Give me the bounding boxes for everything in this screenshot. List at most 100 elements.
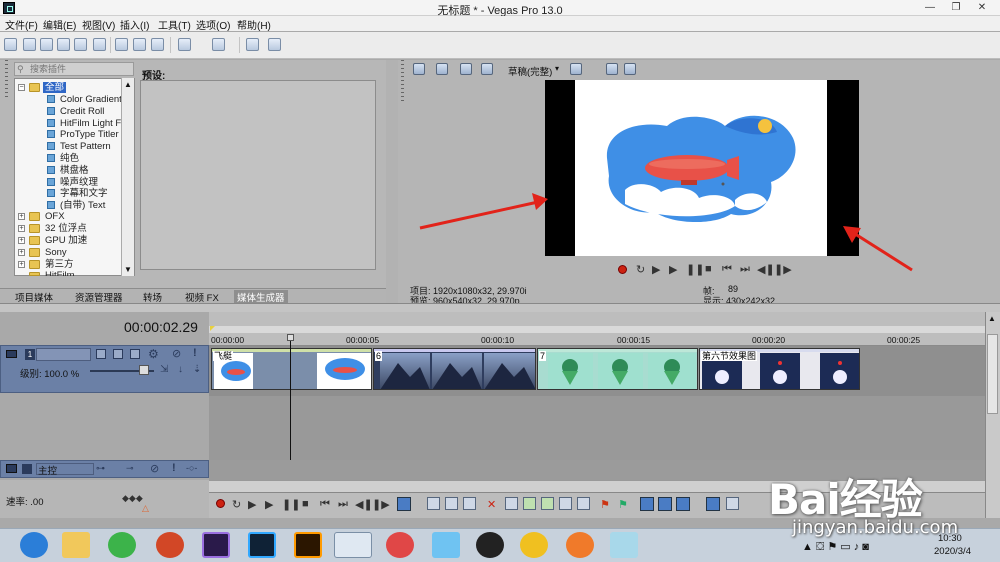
go-to-start-icon[interactable]: ⏮ [320, 498, 330, 511]
clip-label: 第六节效果图 [701, 351, 758, 361]
thumbnail-art [664, 359, 680, 385]
bus-volume-icon[interactable]: ⊸ [126, 463, 134, 474]
lock-icon[interactable]: ⇲ [160, 364, 168, 375]
lock-envelopes-icon[interactable] [706, 497, 720, 511]
chrome-icon[interactable] [520, 532, 548, 558]
clip-label: 7 [539, 351, 547, 361]
time-readout: 00:00:02.29 [124, 319, 198, 335]
photoshop-icon[interactable] [248, 532, 276, 558]
premiere-icon[interactable] [202, 532, 230, 558]
ruler-label: 00:00:10 [481, 335, 515, 345]
app-icon-light-blue[interactable] [610, 532, 638, 558]
compositing-mode-icon[interactable] [96, 349, 106, 359]
solo-icon[interactable]: ! [193, 347, 197, 359]
track-number: 1 [25, 349, 35, 360]
playhead[interactable] [290, 338, 291, 480]
rate-slider-icon[interactable]: ◆◆◆ [122, 493, 143, 504]
normal-edit-tool-icon[interactable] [397, 497, 411, 511]
marker-icon[interactable]: ⚑ [600, 498, 610, 511]
clip-thumbnail [648, 353, 696, 389]
powerpoint-icon[interactable] [156, 532, 184, 558]
record-icon[interactable] [216, 499, 225, 508]
next-frame-icon[interactable]: ❚▶ [372, 498, 390, 511]
mute-icon[interactable]: ⊘ [172, 347, 181, 360]
clip-thumbnail [598, 353, 643, 389]
clip-thumbnail [380, 353, 430, 389]
play-icon[interactable]: ▶ [265, 498, 273, 511]
rate-label: 速率: .00 [6, 497, 44, 508]
down-arrow-icon[interactable]: ↓ [178, 364, 183, 375]
thumbnail-art [612, 359, 628, 385]
trim-start-icon[interactable] [505, 497, 518, 510]
fx-icon[interactable] [130, 349, 140, 359]
trim-icon[interactable] [523, 497, 536, 510]
scroll-up-icon[interactable]: ▲ [988, 314, 996, 323]
region-icon[interactable]: ⚑ [618, 498, 628, 511]
clip-bar [212, 349, 371, 352]
playhead-handle[interactable] [287, 334, 294, 341]
tray-icons[interactable]: ▲ ⛋ ⚑ ▭ ♪ ◙ [802, 540, 869, 554]
illustrator-icon[interactable] [294, 532, 322, 558]
file-explorer-icon[interactable] [62, 532, 90, 558]
ignore-grouping-icon[interactable] [726, 497, 739, 510]
clock-date[interactable]: 2020/3/4 [934, 546, 971, 557]
auto-crossfade-icon[interactable] [658, 497, 672, 511]
qq-icon[interactable] [476, 532, 504, 558]
level-slider-thumb[interactable] [139, 365, 149, 375]
zoom-tool-icon[interactable] [463, 497, 476, 510]
envelope-tool-icon[interactable] [427, 497, 440, 510]
app-icon-blue[interactable] [432, 532, 460, 558]
lock-icon[interactable] [577, 497, 590, 510]
bus-level-icon[interactable]: -○- [186, 463, 197, 473]
clip-effect[interactable]: 第六节效果图 [699, 348, 860, 390]
play-from-start-icon[interactable]: ▶ [248, 498, 256, 511]
clip-label: 飞艇 [213, 351, 234, 361]
ruler-label: 00:00:05 [346, 335, 380, 345]
browser-360-icon[interactable] [20, 532, 48, 558]
bus-fx-icon[interactable]: ⊶ [96, 463, 105, 474]
clip-airship[interactable]: 飞艇 [211, 348, 372, 390]
track-name-field[interactable] [36, 348, 91, 361]
go-to-end-icon[interactable]: ⏭ [338, 498, 348, 511]
wechat-icon[interactable] [108, 532, 136, 558]
app-icon-orange[interactable] [566, 532, 594, 558]
pause-icon[interactable]: ❚❚ [282, 498, 300, 511]
app-icon-red[interactable] [386, 532, 414, 558]
auto-ripple-icon[interactable] [676, 497, 690, 511]
thumbnail-art [325, 358, 365, 380]
bus-mute-icon[interactable]: ⊘ [150, 462, 159, 475]
scroll-thumb[interactable] [987, 334, 998, 414]
clip-thumbnail [820, 353, 859, 389]
delete-icon[interactable]: ✕ [487, 498, 496, 511]
ruler-label: 00:00:20 [752, 335, 786, 345]
stop-icon[interactable]: ■ [302, 498, 309, 510]
vegas-taskbar-icon[interactable] [334, 532, 372, 558]
clip-bar [374, 349, 535, 352]
clip-thumbnail [548, 353, 593, 389]
loop-marker-icon[interactable] [210, 326, 215, 331]
bus-solo-icon[interactable]: ! [172, 462, 176, 474]
clip-6[interactable]: 6 [373, 348, 536, 390]
snapping-icon[interactable] [640, 497, 654, 511]
prev-frame-icon[interactable]: ◀❚ [355, 498, 373, 511]
thumbnail-art [380, 363, 430, 389]
clip-label: 6 [375, 351, 383, 361]
selection-tool-icon[interactable] [445, 497, 458, 510]
empty-track-lane[interactable] [209, 396, 985, 460]
expand-track-icon[interactable]: ⇣ [193, 364, 201, 375]
bus-color-icon [22, 464, 32, 474]
gear-icon[interactable]: ⚙ [148, 347, 159, 361]
ruler-label: 00:00:25 [887, 335, 921, 345]
marker-bar[interactable] [209, 326, 985, 333]
clip-thumbnail [484, 353, 535, 389]
split-icon[interactable] [559, 497, 572, 510]
trim-end-icon[interactable] [541, 497, 554, 510]
clip-7[interactable]: 7 [537, 348, 698, 390]
timeline-splitter[interactable] [0, 303, 1000, 312]
clip-thumbnail [317, 353, 371, 389]
thumbnail-art [484, 363, 535, 389]
clip-thumbnail [760, 353, 800, 389]
motion-icon[interactable] [113, 349, 123, 359]
loop-icon[interactable]: ↻ [232, 498, 241, 511]
master-label: 主控 [38, 466, 58, 477]
